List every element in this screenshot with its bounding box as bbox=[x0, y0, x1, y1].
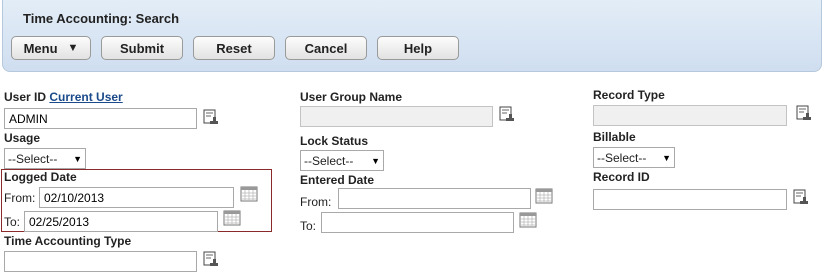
billable-label: Billable bbox=[593, 130, 636, 144]
lock-status-selected-value: --Select-- bbox=[304, 153, 354, 168]
user-id-lookup-icon[interactable] bbox=[202, 108, 220, 126]
toolbar-header: Time Accounting: Search Menu ▼ Submit Re… bbox=[2, 0, 822, 72]
menu-button[interactable]: Menu ▼ bbox=[11, 36, 91, 60]
record-id-field[interactable] bbox=[593, 189, 787, 210]
menu-button-label: Menu bbox=[23, 40, 58, 56]
submit-button[interactable]: Submit bbox=[101, 36, 183, 60]
chevron-down-icon: ▼ bbox=[662, 152, 671, 163]
cancel-button[interactable]: Cancel bbox=[285, 36, 367, 60]
logged-date-label: Logged Date bbox=[4, 170, 77, 184]
record-id-lookup-icon[interactable] bbox=[792, 188, 810, 206]
record-type-label: Record Type bbox=[593, 88, 665, 102]
usage-select[interactable]: --Select-- ▼ bbox=[4, 148, 86, 169]
entered-date-label: Entered Date bbox=[300, 173, 375, 187]
menu-dropdown-icon: ▼ bbox=[67, 42, 79, 54]
record-type-lookup-icon[interactable] bbox=[795, 104, 813, 122]
logged-date-to-label: To: bbox=[4, 215, 21, 229]
chevron-down-icon: ▼ bbox=[371, 155, 380, 166]
record-id-label: Record ID bbox=[593, 170, 650, 184]
lock-status-select[interactable]: --Select-- ▼ bbox=[300, 150, 384, 171]
user-id-label-text: User ID bbox=[4, 90, 47, 104]
usage-selected-value: --Select-- bbox=[8, 151, 58, 166]
logged-date-from-label: From: bbox=[4, 191, 36, 205]
user-id-field[interactable] bbox=[4, 108, 197, 129]
record-type-field[interactable] bbox=[593, 105, 787, 126]
user-group-name-field[interactable] bbox=[300, 106, 493, 127]
time-accounting-type-field[interactable] bbox=[4, 251, 197, 272]
user-group-name-label: User Group Name bbox=[300, 90, 403, 104]
time-accounting-type-label: Time Accounting Type bbox=[4, 234, 132, 248]
current-user-link[interactable]: Current User bbox=[49, 90, 122, 104]
logged-date-to-calendar-icon[interactable] bbox=[223, 209, 241, 227]
user-id-label: User ID Current User bbox=[4, 90, 123, 104]
entered-date-from-field[interactable] bbox=[338, 188, 531, 209]
time-accounting-type-lookup-icon[interactable] bbox=[202, 250, 220, 268]
usage-label: Usage bbox=[4, 131, 41, 145]
lock-status-label: Lock Status bbox=[300, 134, 369, 148]
billable-selected-value: --Select-- bbox=[597, 150, 647, 165]
reset-button[interactable]: Reset bbox=[193, 36, 275, 60]
entered-date-to-field[interactable] bbox=[321, 212, 514, 233]
logged-date-from-calendar-icon[interactable] bbox=[240, 185, 258, 203]
page-title: Time Accounting: Search bbox=[23, 11, 180, 26]
entered-date-from-calendar-icon[interactable] bbox=[535, 187, 553, 205]
entered-date-to-label: To: bbox=[300, 219, 317, 233]
user-group-name-lookup-icon[interactable] bbox=[498, 105, 516, 123]
help-button[interactable]: Help bbox=[377, 36, 459, 60]
logged-date-to-field[interactable] bbox=[24, 211, 218, 232]
billable-select[interactable]: --Select-- ▼ bbox=[593, 147, 675, 168]
logged-date-from-field[interactable] bbox=[39, 187, 234, 208]
chevron-down-icon: ▼ bbox=[73, 153, 82, 164]
entered-date-to-calendar-icon[interactable] bbox=[519, 211, 537, 229]
entered-date-from-label: From: bbox=[300, 195, 332, 209]
